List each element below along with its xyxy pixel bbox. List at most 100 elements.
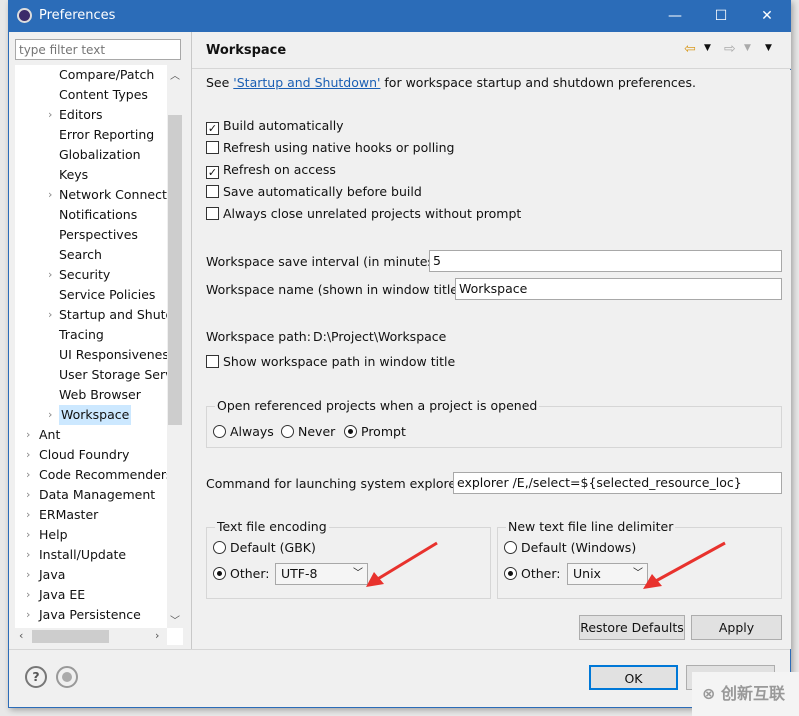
scroll-down-icon[interactable]: ﹀ <box>170 612 180 627</box>
expand-arrow-icon[interactable]: › <box>48 185 52 205</box>
tree-item[interactable]: › Editors <box>15 105 175 125</box>
tree-item[interactable]: Tracing <box>15 325 175 345</box>
expand-arrow-icon[interactable]: › <box>26 605 30 625</box>
tree-item[interactable]: Service Policies <box>15 285 175 305</box>
tree-item[interactable]: › Help <box>15 525 175 545</box>
close-button[interactable]: ✕ <box>744 1 790 32</box>
tree-vertical-scrollbar[interactable]: ︿ ﹀ <box>167 65 183 628</box>
back-arrow-icon[interactable]: ⇦ <box>684 41 696 57</box>
expand-arrow-icon[interactable]: › <box>48 305 52 325</box>
expand-arrow-icon[interactable]: › <box>26 465 30 485</box>
radio-button[interactable] <box>504 567 517 580</box>
delimiter-select[interactable]: Unix ﹀ <box>567 563 648 585</box>
encoding-other-radio[interactable]: Other: <box>213 565 269 583</box>
expand-arrow-icon[interactable]: › <box>48 105 52 125</box>
expand-arrow-icon[interactable]: › <box>48 405 52 425</box>
ok-button[interactable]: OK <box>589 665 678 690</box>
expand-arrow-icon[interactable]: › <box>26 565 30 585</box>
tree-item[interactable]: Notifications <box>15 205 175 225</box>
minimize-button[interactable]: — <box>652 1 698 32</box>
option-checkbox[interactable]: Always close unrelated projects without … <box>206 205 521 223</box>
scroll-thumb[interactable] <box>168 115 182 425</box>
explorer-command-input[interactable]: explorer /E,/select=${selected_resource_… <box>453 472 782 494</box>
tree-item[interactable]: › Cloud Foundry <box>15 445 175 465</box>
expand-arrow-icon[interactable]: › <box>26 525 30 545</box>
radio-button[interactable] <box>213 567 226 580</box>
checkbox-box[interactable] <box>206 185 219 198</box>
radio-prompt[interactable]: Prompt <box>344 423 406 441</box>
tree-item[interactable]: › Startup and Shutd <box>15 305 175 325</box>
expand-arrow-icon[interactable]: › <box>26 425 30 445</box>
startup-shutdown-link[interactable]: 'Startup and Shutdown' <box>233 75 380 90</box>
radio-button[interactable] <box>213 541 226 554</box>
tree-item-label: Code Recommenders <box>39 467 173 482</box>
option-checkbox[interactable]: ✓ Refresh on access <box>206 161 336 179</box>
radio-always[interactable]: Always <box>213 423 274 441</box>
radio-button[interactable] <box>213 425 226 438</box>
tree-item[interactable]: UI Responsiveness <box>15 345 175 365</box>
tree-item[interactable]: Search <box>15 245 175 265</box>
workspace-name-input[interactable]: Workspace <box>455 278 782 300</box>
apply-button[interactable]: Apply <box>691 615 782 640</box>
tree-item[interactable]: › Code Recommenders <box>15 465 175 485</box>
delimiter-default-radio[interactable]: Default (Windows) <box>504 539 636 557</box>
expand-arrow-icon[interactable]: › <box>48 265 52 285</box>
tree-item[interactable]: Globalization <box>15 145 175 165</box>
tree-item[interactable]: › Workspace <box>15 405 175 425</box>
help-icon[interactable]: ? <box>25 666 47 688</box>
filter-input[interactable] <box>15 39 181 60</box>
tree-item[interactable]: › Java EE <box>15 585 175 605</box>
radio-button[interactable] <box>344 425 357 438</box>
maximize-button[interactable]: ☐ <box>698 1 744 32</box>
expand-arrow-icon[interactable]: › <box>26 545 30 565</box>
tree-item[interactable]: Content Types <box>15 85 175 105</box>
scroll-up-icon[interactable]: ︿ <box>170 67 180 82</box>
tree-item[interactable]: Keys <box>15 165 175 185</box>
tree-item[interactable]: › Install/Update <box>15 545 175 565</box>
tree-item[interactable]: User Storage Serv <box>15 365 175 385</box>
option-checkbox[interactable]: ✓ Build automatically <box>206 117 344 135</box>
show-path-checkbox[interactable]: Show workspace path in window title <box>206 353 455 371</box>
scroll-left-icon[interactable]: ‹ <box>19 629 23 642</box>
view-menu-icon[interactable]: ▼ <box>765 43 772 53</box>
radio-button[interactable] <box>504 541 517 554</box>
tree-item[interactable]: Error Reporting <box>15 125 175 145</box>
radio-button[interactable] <box>281 425 294 438</box>
radio-never[interactable]: Never <box>281 423 335 441</box>
encoding-select[interactable]: UTF-8 ﹀ <box>275 563 368 585</box>
tree-item[interactable]: Compare/Patch <box>15 65 175 85</box>
tree-item-label: Java EE <box>39 587 86 602</box>
expand-arrow-icon[interactable]: › <box>26 505 30 525</box>
checkbox-box[interactable]: ✓ <box>206 122 219 135</box>
save-interval-input[interactable]: 5 <box>429 250 782 272</box>
expand-arrow-icon[interactable]: › <box>26 485 30 505</box>
checkbox-box[interactable] <box>206 141 219 154</box>
scroll-right-icon[interactable]: › <box>155 629 159 642</box>
tree-item[interactable]: › ERMaster <box>15 505 175 525</box>
record-icon[interactable] <box>56 666 78 688</box>
back-menu-icon[interactable]: ▼ <box>704 43 711 53</box>
encoding-default-radio[interactable]: Default (GBK) <box>213 539 316 557</box>
hscroll-thumb[interactable] <box>32 630 109 643</box>
delimiter-other-radio[interactable]: Other: <box>504 565 560 583</box>
checkbox-box[interactable]: ✓ <box>206 166 219 179</box>
tree-item[interactable]: › Data Management <box>15 485 175 505</box>
checkbox-box[interactable] <box>206 207 219 220</box>
option-checkbox[interactable]: Save automatically before build <box>206 183 422 201</box>
tree-item[interactable]: › Network Connectio <box>15 185 178 205</box>
tree-item[interactable]: Web Browser <box>15 385 175 405</box>
checkbox-box[interactable] <box>206 355 219 368</box>
show-path-label: Show workspace path in window title <box>223 354 456 369</box>
option-checkbox[interactable]: Refresh using native hooks or polling <box>206 139 455 157</box>
tree-item[interactable]: Perspectives <box>15 225 175 245</box>
restore-defaults-button[interactable]: Restore Defaults <box>579 615 685 640</box>
tree-item[interactable]: › Security <box>15 265 175 285</box>
expand-arrow-icon[interactable]: › <box>26 445 30 465</box>
expand-arrow-icon[interactable]: › <box>26 585 30 605</box>
tree-item[interactable]: › Java Persistence <box>15 605 175 625</box>
forward-menu-icon[interactable]: ▼ <box>744 43 751 53</box>
tree-item[interactable]: › Java <box>15 565 175 585</box>
forward-arrow-icon[interactable]: ⇨ <box>724 41 736 57</box>
tree-horizontal-scrollbar[interactable]: ‹ › <box>15 628 167 645</box>
tree-item[interactable]: › Ant <box>15 425 175 445</box>
